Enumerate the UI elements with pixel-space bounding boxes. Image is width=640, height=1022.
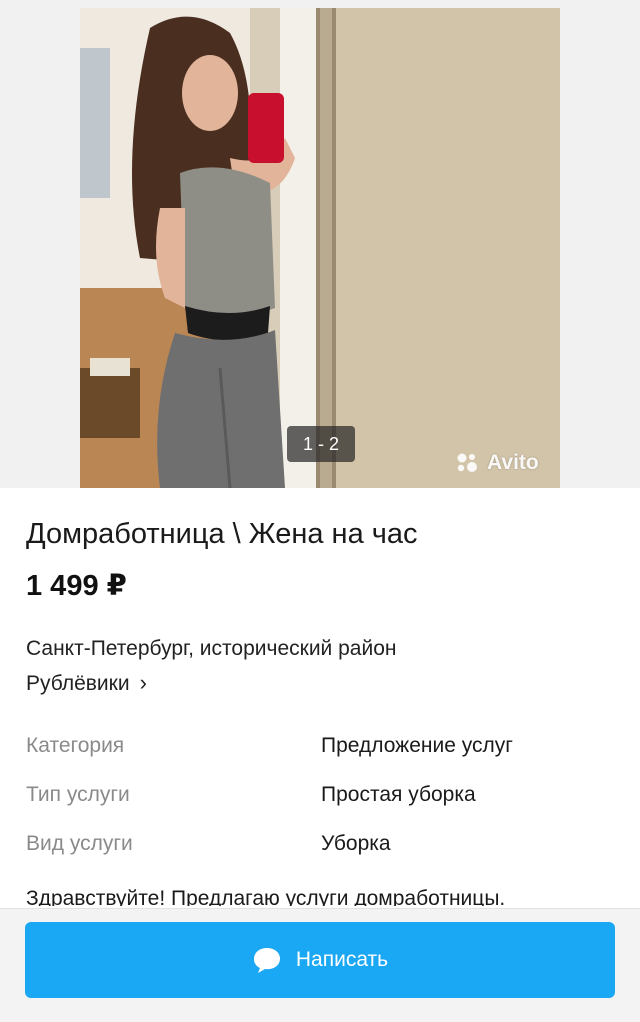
param-value: Простая уборка xyxy=(321,783,476,806)
avito-logo-icon xyxy=(457,453,477,472)
param-value: Предложение услуг xyxy=(321,734,513,757)
write-button-label: Написать xyxy=(295,948,389,971)
bottom-action-bar: Написать xyxy=(0,908,640,1022)
photo-gallery[interactable]: 1 - 2 Avito xyxy=(0,0,640,488)
location-line-2: Рублёвики xyxy=(26,672,130,695)
listing-photo[interactable] xyxy=(80,8,560,488)
param-row-service-kind: Вид услуги Уборка xyxy=(26,826,616,875)
chat-bubble-icon xyxy=(253,948,280,973)
watermark-text: Avito xyxy=(487,451,539,474)
avito-watermark: Avito xyxy=(455,448,539,478)
location-line-2-row[interactable]: Рублёвики › xyxy=(26,666,586,701)
chevron-right-icon: › xyxy=(139,670,147,695)
listing-photo-image xyxy=(80,8,560,488)
param-key: Категория xyxy=(26,734,125,757)
param-value: Уборка xyxy=(321,832,391,855)
location-line-1: Санкт-Петербург, исторический район xyxy=(26,637,397,660)
listing-params: Категория Предложение услуг Тип услуги П… xyxy=(26,728,616,875)
photo-counter: 1 - 2 xyxy=(287,426,355,462)
write-message-button[interactable]: Написать xyxy=(25,922,615,998)
param-key: Вид услуги xyxy=(26,832,133,855)
listing-price: 1 499 ₽ xyxy=(26,570,127,602)
param-row-category: Категория Предложение услуг xyxy=(26,728,616,777)
param-row-service-type: Тип услуги Простая уборка xyxy=(26,777,616,826)
listing-title: Домработница \ Жена на час xyxy=(26,518,418,550)
listing-description: Здравствуйте! Предлагаю услуги домработн… xyxy=(26,887,506,906)
listing-location[interactable]: Санкт-Петербург, исторический район Рубл… xyxy=(26,632,586,701)
param-key: Тип услуги xyxy=(26,783,130,806)
